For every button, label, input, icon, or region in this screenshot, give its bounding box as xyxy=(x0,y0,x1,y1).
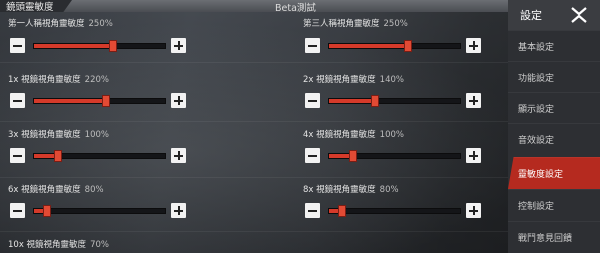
minus-icon xyxy=(13,154,22,157)
sensitivity-slider[interactable] xyxy=(328,150,461,162)
decrease-button[interactable] xyxy=(305,93,320,108)
slider-knob[interactable] xyxy=(338,205,346,217)
close-icon[interactable] xyxy=(570,6,588,24)
sidebar-title: 設定 xyxy=(520,9,542,22)
increase-button[interactable] xyxy=(171,148,186,163)
slider-knob[interactable] xyxy=(371,95,379,107)
plus-icon xyxy=(177,206,180,215)
plus-icon xyxy=(472,96,475,105)
decrease-button[interactable] xyxy=(305,203,320,218)
sensitivity-slider[interactable] xyxy=(33,40,166,52)
slider-knob[interactable] xyxy=(404,40,412,52)
increase-button[interactable] xyxy=(466,93,481,108)
row-divider xyxy=(0,177,508,178)
slider-knob[interactable] xyxy=(54,150,62,162)
section-tab: 鏡頭靈敏度 xyxy=(0,0,72,12)
sensitivity-slider[interactable] xyxy=(328,40,461,52)
panel-header: 鏡頭靈敏度 Beta測試 xyxy=(0,0,508,14)
sidebar-item-audio[interactable]: 音效設定 xyxy=(508,123,600,155)
decrease-button[interactable] xyxy=(10,203,25,218)
sensitivity-label: 10x 視鏡視角靈敏度 70% xyxy=(8,240,109,250)
sidebar-item-feedback[interactable]: 戰鬥意見回饋 xyxy=(508,221,600,253)
decrease-button[interactable] xyxy=(305,38,320,53)
settings-sidebar: 設定 基本設定 功能設定 顯示設定 音效設定 靈敏度設定 控制設定 戰鬥意見回饋 xyxy=(508,0,600,253)
sidebar-item-function[interactable]: 功能設定 xyxy=(508,61,600,93)
sensitivity-label: 8x 視鏡視角靈敏度 80% xyxy=(303,185,399,195)
slider-fill xyxy=(329,44,408,48)
decrease-button[interactable] xyxy=(305,148,320,163)
minus-icon xyxy=(13,209,22,212)
sensitivity-slider[interactable] xyxy=(33,205,166,217)
sensitivity-label: 6x 視鏡視角靈敏度 80% xyxy=(8,185,104,195)
minus-icon xyxy=(13,99,22,102)
decrease-button[interactable] xyxy=(10,38,25,53)
increase-button[interactable] xyxy=(466,203,481,218)
sensitivity-label: 3x 視鏡視角靈敏度 100% xyxy=(8,130,109,140)
plus-icon xyxy=(177,41,180,50)
sensitivity-panel: 鏡頭靈敏度 Beta測試 第一人稱視角靈敏度 250% 第三人稱視角靈敏度 250%… xyxy=(0,0,508,253)
plus-icon xyxy=(177,151,180,160)
beta-label: Beta測試 xyxy=(275,3,316,14)
sensitivity-label: 4x 視鏡視角靈敏度 100% xyxy=(303,130,404,140)
slider-knob[interactable] xyxy=(102,95,110,107)
slider-fill xyxy=(34,99,106,103)
plus-icon xyxy=(472,206,475,215)
slider-knob[interactable] xyxy=(109,40,117,52)
sensitivity-label: 1x 視鏡視角靈敏度 220% xyxy=(8,75,109,85)
minus-icon xyxy=(308,99,317,102)
minus-icon xyxy=(308,209,317,212)
decrease-button[interactable] xyxy=(10,148,25,163)
sensitivity-label: 第三人稱視角靈敏度 250% xyxy=(303,19,408,29)
sensitivity-slider[interactable] xyxy=(328,205,461,217)
row-divider xyxy=(0,121,508,122)
increase-button[interactable] xyxy=(171,93,186,108)
sidebar-item-display[interactable]: 顯示設定 xyxy=(508,92,600,124)
plus-icon xyxy=(472,151,475,160)
row-divider xyxy=(0,231,508,232)
minus-icon xyxy=(308,154,317,157)
sidebar-item-controls[interactable]: 控制設定 xyxy=(508,189,600,221)
slider-fill xyxy=(329,99,375,103)
increase-button[interactable] xyxy=(171,38,186,53)
sensitivity-label: 2x 視鏡視角靈敏度 140% xyxy=(303,75,404,85)
row-divider xyxy=(0,62,508,63)
minus-icon xyxy=(308,44,317,47)
increase-button[interactable] xyxy=(171,203,186,218)
sensitivity-slider[interactable] xyxy=(33,150,166,162)
slider-fill xyxy=(34,44,113,48)
increase-button[interactable] xyxy=(466,38,481,53)
decrease-button[interactable] xyxy=(10,93,25,108)
increase-button[interactable] xyxy=(466,148,481,163)
plus-icon xyxy=(472,41,475,50)
plus-icon xyxy=(177,96,180,105)
sidebar-item-basic[interactable]: 基本設定 xyxy=(508,30,600,62)
sensitivity-slider[interactable] xyxy=(328,95,461,107)
slider-knob[interactable] xyxy=(349,150,357,162)
sensitivity-slider[interactable] xyxy=(33,95,166,107)
sensitivity-label: 第一人稱視角靈敏度 250% xyxy=(8,19,113,29)
sidebar-header: 設定 xyxy=(508,0,600,30)
slider-knob[interactable] xyxy=(43,205,51,217)
minus-icon xyxy=(13,44,22,47)
section-title: 鏡頭靈敏度 xyxy=(6,2,54,13)
sidebar-item-sensitivity[interactable]: 靈敏度設定 xyxy=(508,157,600,189)
